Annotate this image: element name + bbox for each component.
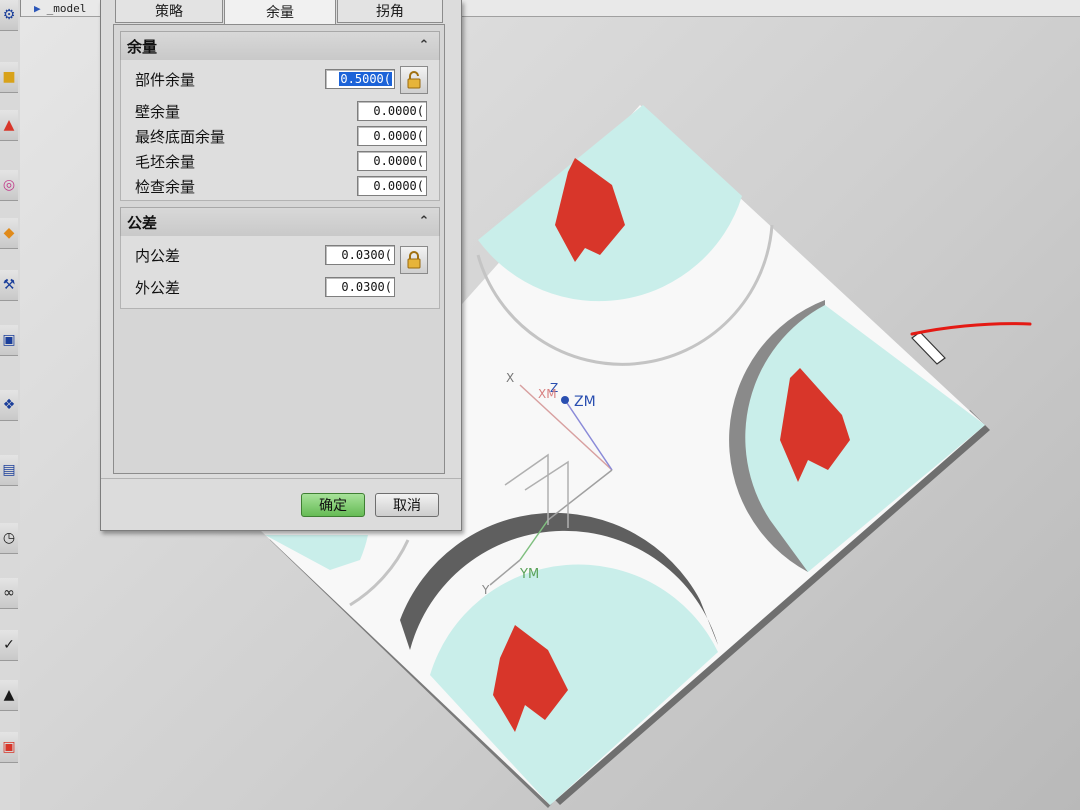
- left-toolbar: ⚙ ■ ▲ ◎ ◆ ⚒ ▣ ❖ ▤ ◷ ∞ ✓ ▲ ▣: [0, 0, 21, 810]
- axis-label-xm: XM: [538, 387, 557, 401]
- blank-stock-field[interactable]: 0.0000(: [357, 151, 427, 171]
- part-stock-field[interactable]: 0.5000(: [325, 69, 395, 89]
- outtol-label: 外公差: [135, 279, 181, 297]
- axis-label-zm: ZM: [574, 394, 596, 410]
- dialog-tabs: 策略 余量 拐角: [111, 0, 451, 24]
- tool-icon[interactable]: ⚒: [0, 270, 18, 301]
- path-icon[interactable]: ∞: [0, 578, 18, 609]
- stock-group-header[interactable]: 余量 ⌃: [120, 31, 440, 61]
- unlock-icon[interactable]: [400, 66, 428, 94]
- tab-corners[interactable]: 拐角: [337, 0, 443, 23]
- check-stock-label: 检查余量: [135, 178, 196, 196]
- model-tab-label: _model: [46, 1, 87, 15]
- outtol-field[interactable]: 0.0300(: [325, 277, 395, 297]
- verify-icon[interactable]: ✓: [0, 630, 18, 661]
- stock-group-title: 余量: [127, 37, 158, 56]
- geometry-icon[interactable]: ◆: [0, 218, 18, 249]
- axis-label-ym: YM: [519, 567, 539, 582]
- tab-strategy[interactable]: 策略: [115, 0, 223, 23]
- clock-icon[interactable]: ◷: [0, 523, 18, 554]
- stock-tab-panel: 余量 ⌃ 部件余量 0.5000( 壁余量 0.0000( 最终底面余量 0.0…: [113, 24, 445, 474]
- tolerance-group-header[interactable]: 公差 ⌃: [120, 207, 440, 237]
- axis-label-y: Y: [481, 583, 490, 597]
- intol-label: 内公差: [135, 247, 181, 265]
- blank-stock-label: 毛坯余量: [135, 153, 196, 171]
- lock-icon[interactable]: [400, 246, 428, 274]
- check-stock-field[interactable]: 0.0000(: [357, 176, 427, 196]
- tolerance-group-body: 内公差 0.0300( 外公差 0.0300(: [120, 236, 440, 309]
- operation-icon[interactable]: ▲: [0, 110, 18, 141]
- collapse-up-icon[interactable]: ⌃: [413, 211, 435, 231]
- part-stock-label: 部件余量: [135, 71, 196, 89]
- ok-button[interactable]: 确定: [301, 493, 365, 517]
- intol-field[interactable]: 0.0300(: [325, 245, 395, 265]
- axis-label-x: X: [506, 371, 514, 385]
- wireless-icon[interactable]: ❖: [0, 390, 18, 421]
- wall-stock-label: 壁余量: [135, 103, 181, 121]
- pencil-cursor-icon: [911, 331, 946, 365]
- tolerance-group-title: 公差: [127, 213, 158, 232]
- folder-icon[interactable]: ■: [0, 62, 18, 93]
- collapse-up-icon[interactable]: ⌃: [413, 35, 435, 55]
- document-icon[interactable]: ▤: [0, 455, 18, 486]
- model-file-icon: ▶: [34, 1, 41, 15]
- part-stock-value: 0.5000(: [339, 72, 392, 86]
- model-tab[interactable]: ▶ _model: [34, 0, 86, 16]
- robot-icon[interactable]: ▲: [0, 680, 18, 711]
- postprocess-icon[interactable]: ▣: [0, 732, 18, 763]
- final-floor-stock-field[interactable]: 0.0000(: [357, 126, 427, 146]
- cancel-button[interactable]: 取消: [375, 493, 439, 517]
- dialog-footer: 确定 取消: [101, 478, 461, 531]
- gear-icon[interactable]: ⚙: [0, 0, 18, 31]
- book-icon[interactable]: ▣: [0, 325, 18, 356]
- operation-dialog: 策略 余量 拐角 余量 ⌃ 部件余量 0.5000( 壁余量 0.0000( 最…: [100, 0, 462, 531]
- wall-stock-field[interactable]: 0.0000(: [357, 101, 427, 121]
- target-icon[interactable]: ◎: [0, 170, 18, 201]
- stock-group-body: 部件余量 0.5000( 壁余量 0.0000( 最终底面余量 0.0000( …: [120, 60, 440, 201]
- tab-stock[interactable]: 余量: [224, 0, 336, 24]
- final-floor-stock-label: 最终底面余量: [135, 128, 226, 146]
